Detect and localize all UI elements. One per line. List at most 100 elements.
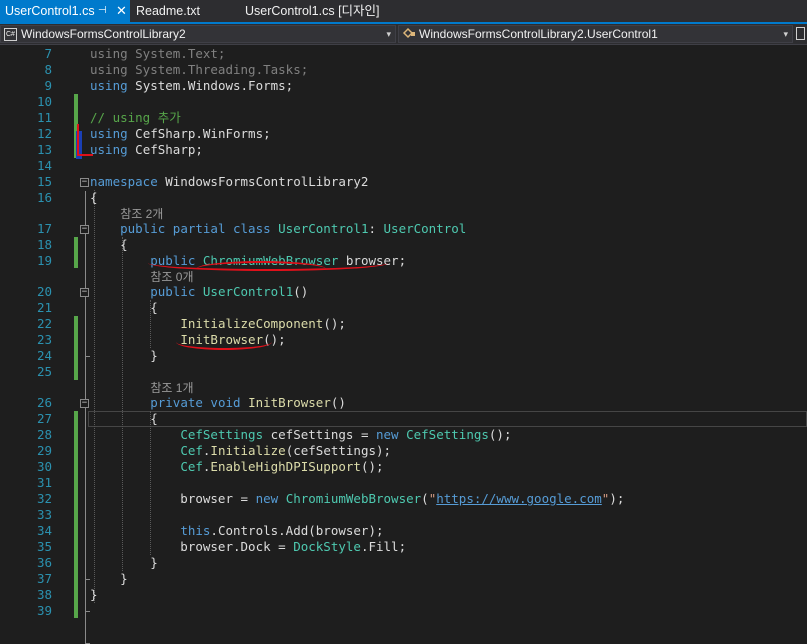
code-line[interactable]: using CefSharp;	[90, 142, 203, 158]
code-line[interactable]: Cef.Initialize(cefSettings);	[90, 443, 391, 459]
line-number: 7	[44, 46, 52, 61]
code-line[interactable]: InitializeComponent();	[90, 316, 346, 332]
code-line[interactable]: Cef.EnableHighDPISupport();	[90, 459, 383, 475]
line-number: 14	[36, 158, 52, 173]
reference-count[interactable]: 참조 2개	[120, 206, 163, 222]
code-line[interactable]: browser.Dock = DockStyle.Fill;	[90, 539, 406, 555]
code-token: ();	[488, 427, 512, 442]
code-token: WindowsFormsControlLibrary2	[157, 174, 369, 189]
pin-icon[interactable]: ⊣	[98, 0, 107, 22]
chevron-down-icon: ▾	[783, 29, 788, 39]
code-token: // using 추가	[90, 110, 181, 125]
code-token: CefSettings	[406, 427, 489, 442]
outline-end	[85, 611, 90, 612]
code-line[interactable]: using CefSharp.WinForms;	[90, 126, 271, 142]
code-token: Initialize	[210, 443, 286, 458]
line-number: 34	[36, 523, 52, 538]
line-number: 26	[36, 395, 52, 410]
code-line[interactable]: public UserControl1()	[90, 284, 308, 300]
code-token: CefSharp.WinForms;	[127, 126, 271, 141]
code-token: );	[609, 491, 625, 506]
code-token: UserControl	[383, 221, 467, 236]
class-name: WindowsFormsControlLibrary2.UserControl1	[419, 27, 658, 41]
code-token: (	[421, 491, 429, 506]
tab-readme-txt[interactable]: Readme.txt	[136, 0, 236, 22]
line-number: 27	[36, 411, 52, 426]
code-line[interactable]: {	[90, 300, 158, 316]
code-token: :	[368, 221, 384, 236]
code-token: using	[90, 142, 128, 157]
line-number: 35	[36, 539, 52, 554]
current-line-highlight	[88, 411, 807, 427]
line-number: 29	[36, 443, 52, 458]
code-token: this	[180, 523, 211, 538]
tab-usercontrol1-designer[interactable]: UserControl1.cs [디자인]	[245, 0, 395, 22]
document-tab-bar: UserControl1.cs ⊣ ✕ Readme.txt UserContr…	[0, 0, 807, 24]
line-number: 22	[36, 316, 52, 331]
code-line[interactable]: // using 추가	[90, 110, 181, 126]
code-line[interactable]: {	[90, 411, 158, 427]
reference-count[interactable]: 참조 1개	[150, 380, 193, 396]
code-line[interactable]: public partial class UserControl1: UserC…	[90, 221, 466, 237]
class-icon	[402, 26, 416, 42]
code-line[interactable]: {	[90, 237, 128, 253]
reference-count[interactable]: 참조 0개	[150, 269, 193, 285]
code-line[interactable]: }	[90, 555, 158, 571]
code-line[interactable]: {	[90, 190, 98, 206]
fold-toggle-icon[interactable]: −	[80, 399, 89, 408]
outline-line	[85, 422, 86, 571]
fold-toggle-icon[interactable]: −	[80, 178, 89, 187]
chevron-down-icon: ▾	[386, 29, 391, 39]
code-token: .Controls.Add(browser);	[210, 523, 384, 538]
code-line[interactable]: browser = new ChromiumWebBrowser("https:…	[90, 491, 624, 507]
annotation-underline	[176, 334, 272, 350]
code-line[interactable]: namespace WindowsFormsControlLibrary2	[90, 174, 368, 190]
code-token: using	[90, 126, 128, 141]
code-line[interactable]: this.Controls.Add(browser);	[90, 523, 384, 539]
code-token: cefSettings =	[263, 427, 376, 442]
url-link[interactable]: https://www.google.com	[436, 491, 602, 506]
class-dropdown[interactable]: WindowsFormsControlLibrary2.UserControl1…	[398, 25, 793, 43]
code-line[interactable]: CefSettings cefSettings = new CefSetting…	[90, 427, 511, 443]
line-number: 32	[36, 491, 52, 506]
line-number: 30	[36, 459, 52, 474]
change-bar	[74, 316, 78, 380]
line-number: 39	[36, 603, 52, 618]
line-number: 38	[36, 587, 52, 602]
code-token: {	[90, 300, 158, 315]
fold-toggle-icon[interactable]: −	[80, 225, 89, 234]
code-token: using System.Text;	[90, 46, 226, 61]
code-token: UserControl1	[202, 284, 294, 299]
fold-toggle-icon[interactable]: −	[80, 288, 89, 297]
code-line[interactable]: using System.Text;	[90, 46, 225, 62]
code-token: Cef	[180, 459, 203, 474]
change-bar	[74, 411, 78, 618]
code-editor[interactable]: 7 using System.Text; 8 using System.Threadi…	[0, 45, 807, 644]
code-line[interactable]: using System.Threading.Tasks;	[90, 62, 308, 78]
split-icon[interactable]	[796, 27, 805, 40]
code-line[interactable]: }	[90, 348, 158, 364]
code-token: browser =	[90, 491, 256, 506]
csharp-project-icon: C#	[4, 28, 17, 41]
code-line[interactable]: using System.Windows.Forms;	[90, 78, 293, 94]
code-token: using	[90, 78, 128, 93]
code-token: CefSharp;	[127, 142, 203, 157]
code-token: ()	[293, 284, 309, 299]
tab-label: Readme.txt	[136, 4, 200, 18]
code-line[interactable]: }	[90, 571, 128, 587]
line-number: 33	[36, 507, 52, 522]
code-line[interactable]: private void InitBrowser()	[90, 395, 346, 411]
close-icon[interactable]: ✕	[116, 0, 127, 22]
code-token: }	[90, 348, 158, 363]
tab-usercontrol1-cs[interactable]: UserControl1.cs ⊣ ✕	[0, 0, 130, 22]
code-token: ();	[323, 316, 346, 331]
code-line[interactable]: }	[90, 587, 98, 603]
code-token: InitializeComponent	[180, 316, 324, 331]
project-dropdown[interactable]: C# WindowsFormsControlLibrary2 ▾	[0, 25, 396, 43]
